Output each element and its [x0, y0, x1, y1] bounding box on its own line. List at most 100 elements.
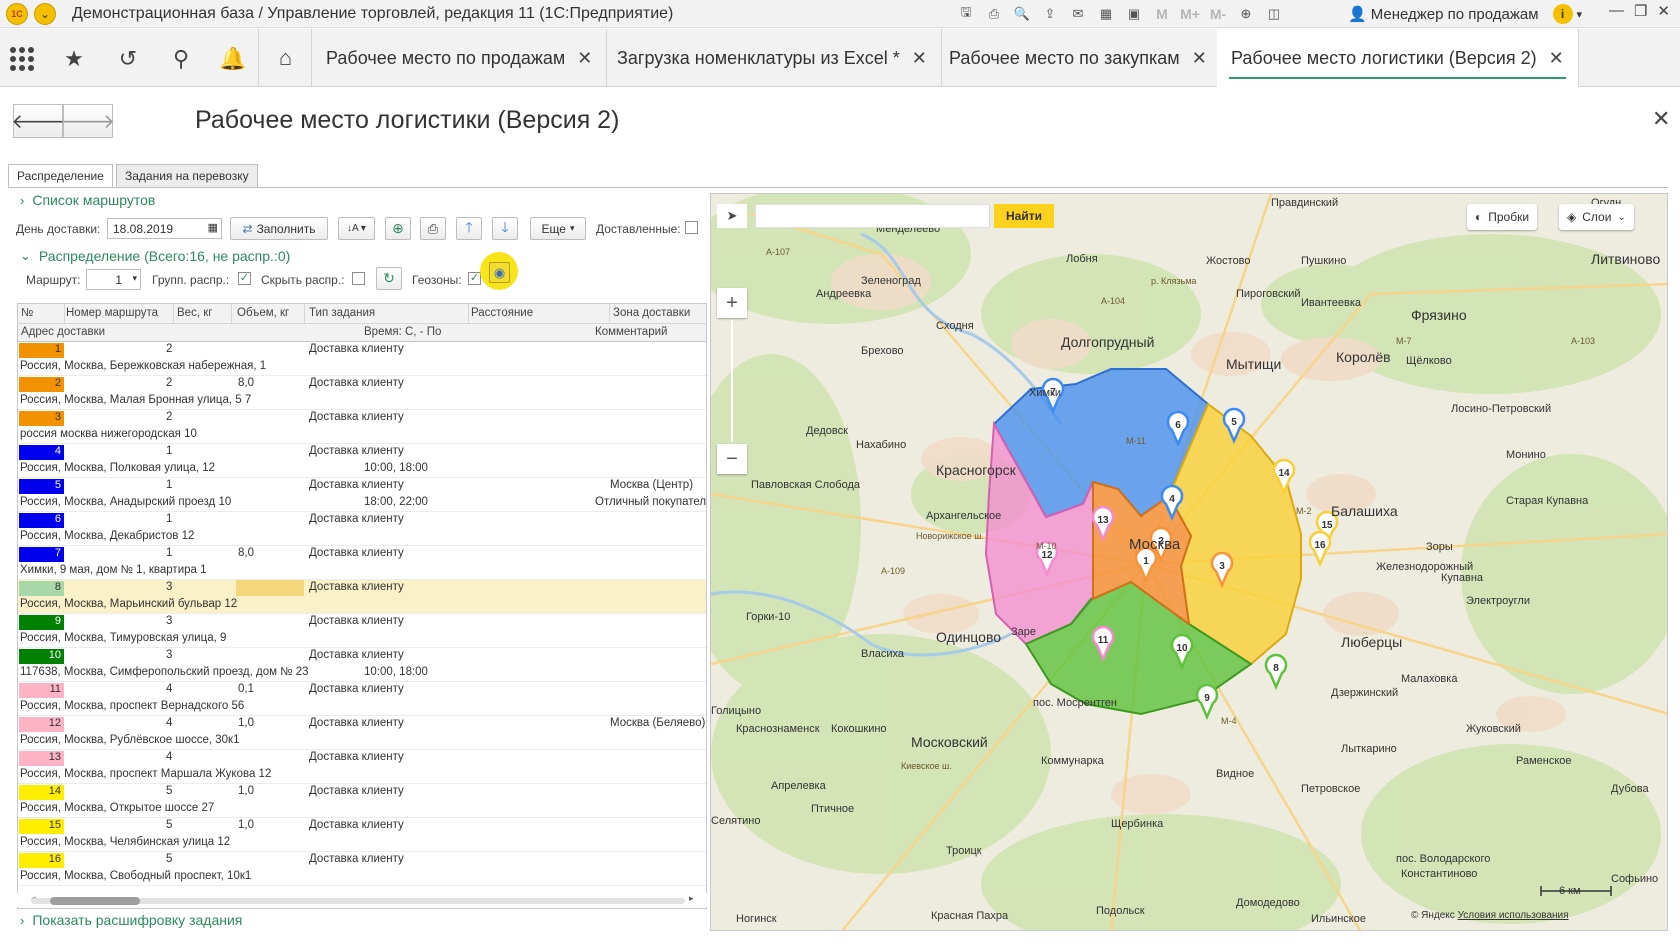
back-button[interactable]: 🡐 [11, 104, 65, 138]
apps-grid-icon[interactable] [6, 43, 38, 75]
table-row[interactable]: 5 1 Доставка клиенту Москва (Центр) Россия, … [18, 478, 706, 512]
m-plus-button[interactable]: M+ [1179, 3, 1201, 25]
hide-distributed-checkbox[interactable] [352, 272, 365, 285]
table-row[interactable]: 3 2 Доставка клиенту россия москва нижегоро… [18, 410, 706, 444]
col-delivery-zone[interactable]: Зона доставки [613, 307, 690, 319]
tab-logistics[interactable]: Рабочее место логистики (Версия 2) ✕ [1217, 29, 1579, 87]
tab-excel-import[interactable]: Загрузка номенклатуры из Excel * ✕ [603, 29, 942, 87]
table-row[interactable]: 8 3 Доставка клиенту Россия, Москва, Марьин… [18, 580, 706, 614]
map-search-input[interactable] [755, 204, 990, 228]
col-volume[interactable]: Объем, кг [237, 307, 289, 319]
more-button[interactable]: Еще ▾ [530, 217, 586, 240]
table-row[interactable]: 15 5 1,0 Доставка клиенту Россия, Москва, Че… [18, 818, 706, 852]
home-icon[interactable]: ⌂ [260, 29, 312, 87]
table-row[interactable]: 11 4 0,1 Доставка клиенту Россия, Москва, пр… [18, 682, 706, 716]
forward-button[interactable]: 🡒 [61, 104, 115, 138]
calendar-icon[interactable]: ▣ [1123, 3, 1145, 25]
tab-distribution[interactable]: Распределение [8, 164, 113, 187]
fill-button[interactable]: ⇄ Заполнить [230, 217, 328, 240]
preview-icon[interactable]: 🔍 [1011, 3, 1033, 25]
save-icon[interactable]: 🖫 [955, 3, 977, 25]
close-tab-icon[interactable]: ✕ [577, 48, 592, 69]
table-row[interactable]: 13 4 Доставка клиенту Россия, Москва, просп… [18, 750, 706, 784]
map-panel[interactable]: 1 2 3 4 5 6 7 8 9 10 11 12 13 14 15 16 Правдинский Огудн… [710, 193, 1668, 931]
scroll-right-icon[interactable]: ▸ [689, 893, 694, 904]
tab-transport-tasks[interactable]: Задания на перевозку [116, 164, 258, 187]
add-button[interactable]: ⊕ [385, 217, 411, 240]
map-canvas[interactable]: 12345678910111213141516 Правдинский Огудн… [711, 194, 1668, 931]
tab-sales[interactable]: Рабочее место по продажам ✕ [312, 29, 608, 87]
panels-icon[interactable]: ◫ [1263, 3, 1285, 25]
calculator-icon[interactable]: ▦ [1095, 3, 1117, 25]
search-icon[interactable]: ⚲ [165, 43, 197, 75]
favorites-star-icon[interactable]: ★ [58, 43, 90, 75]
col-distance[interactable]: Расстояние [471, 307, 533, 319]
app-menu-icon[interactable]: ⌄ [34, 2, 56, 25]
layers-button[interactable]: ◈ Слои ⌄ [1559, 204, 1634, 230]
tab-purchases[interactable]: Рабочее место по закупкам ✕ [935, 29, 1222, 87]
move-down-button[interactable]: 🡓 [492, 217, 518, 240]
col-comment[interactable]: Комментарий [595, 326, 667, 338]
find-button[interactable]: Найти [994, 204, 1054, 228]
close-window-icon[interactable]: ✕ [1657, 2, 1670, 20]
dropdown-icon[interactable]: ▾ [1577, 8, 1583, 21]
calendar-picker-icon[interactable]: ▦ [208, 221, 218, 234]
close-tab-icon[interactable]: ✕ [1549, 48, 1564, 69]
bell-icon[interactable]: 🔔 [217, 43, 249, 75]
info-icon[interactable]: i [1552, 4, 1573, 24]
refresh-button[interactable]: ↻ [376, 267, 402, 290]
geolocation-button[interactable]: ➤ [717, 204, 747, 228]
table-row[interactable]: 4 1 Доставка клиенту Россия, Москва, Полков… [18, 444, 706, 478]
restore-icon[interactable]: ❐ [1634, 2, 1647, 20]
table-row[interactable]: 9 3 Доставка клиенту Россия, Москва, Тимуро… [18, 614, 706, 648]
col-time[interactable]: Время: С, - По [364, 326, 441, 338]
delivered-checkbox[interactable] [685, 221, 698, 234]
col-num[interactable]: № [21, 307, 33, 319]
minimize-icon[interactable]: — [1609, 2, 1624, 20]
routes-list-group[interactable]: › Список маршрутов [20, 192, 155, 208]
table-row[interactable]: 10 3 Доставка клиенту 117638, Москва, Симфе… [18, 648, 706, 682]
map-place-label: Дедовск [806, 425, 848, 437]
zoom-out-button[interactable]: − [717, 444, 747, 474]
col-weight[interactable]: Вес, кг [177, 307, 212, 319]
close-tab-icon[interactable]: ✕ [1192, 48, 1207, 69]
history-icon[interactable]: ↺ [112, 43, 144, 75]
print-icon[interactable]: ⎙ [983, 3, 1005, 25]
close-tab-icon[interactable]: ✕ [912, 48, 927, 69]
user-menu[interactable]: 👤 Менеджер по продажам i ▾ [1348, 4, 1582, 24]
zoom-icon[interactable]: ⊕ [1235, 3, 1257, 25]
geozone-button[interactable]: ◉ [489, 262, 510, 283]
group-distribution-checkbox[interactable]: ✓ [238, 272, 251, 285]
move-up-button[interactable]: 🡑 [456, 217, 482, 240]
sort-button[interactable]: ↓A ▾ [338, 217, 375, 240]
m-minus-button[interactable]: M- [1207, 3, 1229, 25]
dropdown-icon[interactable]: ▾ [132, 273, 137, 284]
distribution-group[interactable]: ⌄ Распределение (Всего:16, не распр.:0) [20, 248, 290, 264]
m-button[interactable]: M [1151, 3, 1173, 25]
print-button[interactable]: ⎙ [420, 217, 446, 240]
col-task-type[interactable]: Тип задания [309, 307, 375, 319]
mail-icon[interactable]: ✉ [1067, 3, 1089, 25]
route-input[interactable]: 1 ▾ [86, 269, 141, 290]
table-row[interactable]: 2 2 8,0 Доставка клиенту Россия, Москва, Мал… [18, 376, 706, 410]
show-decode-group[interactable]: › Показать расшифровку задания [20, 912, 242, 928]
geozones-checkbox[interactable]: ✓ [468, 272, 481, 285]
table-row[interactable]: 7 1 8,0 Доставка клиенту Химки, 9 мая, дом №… [18, 546, 706, 580]
traffic-button[interactable]: ◐ Пробки [1467, 204, 1538, 230]
table-row[interactable]: 6 1 Доставка клиенту Россия, Москва, Декабр… [18, 512, 706, 546]
upload-icon[interactable]: ⇪ [1039, 3, 1061, 25]
zoom-slider[interactable] [731, 320, 733, 442]
table-row[interactable]: 14 5 1,0 Доставка клиенту Россия, Москва, От… [18, 784, 706, 818]
delivery-day-input[interactable]: 18.08.2019 ▦ [107, 218, 222, 239]
col-route-number[interactable]: Номер маршрута [66, 307, 158, 319]
close-form-icon[interactable]: ✕ [1652, 106, 1670, 132]
horizontal-scrollbar[interactable]: ◂ ▸ [17, 893, 707, 907]
zoom-in-button[interactable]: + [717, 288, 747, 318]
col-address[interactable]: Адрес доставки [21, 326, 105, 338]
scroll-thumb[interactable] [50, 897, 140, 905]
1c-logo-icon[interactable]: 1С [6, 2, 28, 25]
terms-link[interactable]: Условия использования [1458, 910, 1569, 921]
table-row[interactable]: 12 4 1,0 Доставка клиенту Москва (Беляево) Ро… [18, 716, 706, 750]
table-row[interactable]: 1 2 Доставка клиенту Россия, Москва, Бережк… [18, 342, 706, 376]
table-row[interactable]: 16 5 Доставка клиенту Россия, Москва, Свобо… [18, 852, 706, 886]
